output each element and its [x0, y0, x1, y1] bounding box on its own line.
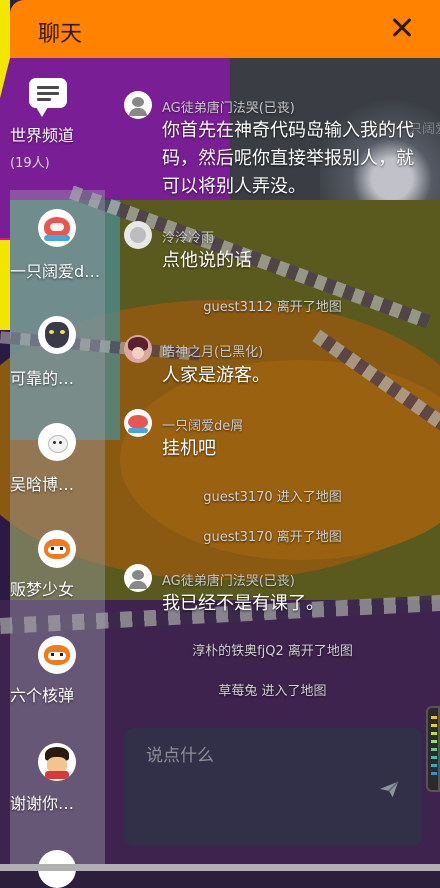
- channel-name: 一只阔爱de屑: [10, 262, 105, 281]
- message-username[interactable]: 泠泠冷雨: [162, 227, 214, 246]
- chat-title: 聊天: [38, 22, 83, 47]
- bottom-bar: [0, 864, 440, 871]
- channel-name: 可靠的…: [10, 369, 75, 388]
- user-avatar[interactable]: [124, 91, 152, 119]
- channel-name: 贩梦少女: [10, 580, 75, 599]
- close-icon[interactable]: [386, 12, 418, 44]
- message-input-box: [124, 728, 422, 846]
- message-username[interactable]: AG徒弟唐门法哭(已丧): [162, 97, 295, 116]
- send-icon[interactable]: [378, 778, 400, 800]
- message-text: 你首先在神奇代码岛输入我的代码，然后呢你直接举报别人，就可以将别人弄没。: [162, 120, 414, 197]
- channel-name: 谢谢你…: [10, 794, 75, 813]
- message-text: 点他说的话: [162, 250, 252, 271]
- fox-avatar: [38, 530, 76, 568]
- wolf-avatar: [38, 316, 76, 354]
- volume-gauge: [426, 706, 440, 792]
- system-message: guest3170 离开了地图: [203, 530, 342, 545]
- chat-header: 聊天: [10, 0, 440, 58]
- system-message: 淳朴的铁奥fjQ2 离开了地图: [192, 644, 353, 659]
- message-username[interactable]: 一只阔爱de屑: [162, 415, 243, 434]
- user-avatar[interactable]: [124, 564, 152, 592]
- channel-name: 世界频道: [10, 126, 75, 145]
- bunny-avatar: [38, 423, 76, 461]
- channel-name: 六个核弹: [10, 686, 75, 705]
- message-text: 我已经不是有课了。: [162, 593, 324, 614]
- system-message: guest3112 离开了地图: [203, 300, 342, 315]
- user-avatar[interactable]: [124, 335, 152, 363]
- shark-avatar: [38, 209, 76, 247]
- ninja-avatar: [38, 743, 76, 781]
- chat-bubble-icon: [29, 78, 67, 117]
- channel-online-count: (19人): [10, 156, 50, 171]
- message-username[interactable]: AG徒弟唐门法哭(已丧): [162, 570, 295, 589]
- message-input[interactable]: [144, 740, 378, 772]
- message-text: 人家是游客。: [162, 365, 270, 386]
- fox-avatar: [38, 636, 76, 674]
- user-avatar[interactable]: [124, 221, 152, 249]
- shark-avatar[interactable]: [124, 409, 152, 437]
- channel-name: 吴晗博…: [10, 475, 75, 494]
- system-message: 草莓兔 进入了地图: [218, 684, 327, 699]
- message-text: 挂机吧: [162, 438, 216, 459]
- system-message: guest3170 进入了地图: [203, 490, 342, 505]
- message-username[interactable]: 皓神之月(已黑化): [162, 341, 263, 360]
